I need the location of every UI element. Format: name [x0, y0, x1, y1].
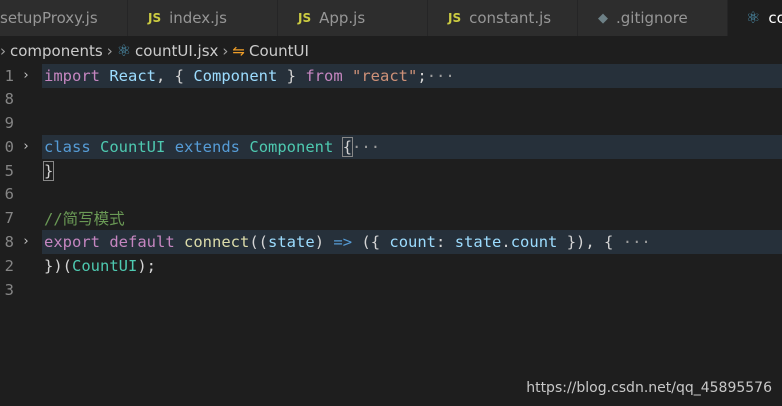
- line-number: 9: [4, 113, 14, 132]
- token: //简写模式: [44, 209, 125, 228]
- code-line: 1 › import React, { Component } from "re…: [0, 64, 782, 88]
- tab-gitignore[interactable]: ◆ .gitignore: [578, 0, 728, 36]
- folded-ellipsis[interactable]: ···: [623, 233, 651, 251]
- chevron-right-icon: ›: [222, 42, 229, 60]
- token: count: [389, 232, 437, 251]
- fold-chevron-icon[interactable]: ›: [22, 68, 30, 83]
- tab-label: index.js: [169, 9, 227, 27]
- token: export: [44, 232, 100, 251]
- tab-label: setupProxy.js: [0, 9, 98, 27]
- tab-countui-active[interactable]: ⚛ co: [728, 0, 782, 36]
- code-line: 9: [0, 111, 782, 135]
- token: , {: [156, 66, 194, 85]
- token: class: [44, 137, 91, 156]
- tab-constant[interactable]: JS constant.js: [428, 0, 578, 36]
- line-number: 7: [4, 208, 14, 227]
- token: Component: [249, 137, 334, 156]
- tab-setupproxy[interactable]: setupProxy.js: [0, 0, 128, 36]
- folded-ellipsis[interactable]: ···: [352, 138, 380, 156]
- line-number: 6: [4, 185, 14, 204]
- token: .: [501, 232, 511, 251]
- line-number: 1: [4, 66, 14, 85]
- code-line: 8: [0, 88, 782, 112]
- code-text: }: [42, 159, 782, 183]
- token: import: [44, 66, 100, 85]
- line-number: 3: [4, 280, 14, 299]
- token: =>: [333, 232, 353, 251]
- js-file-icon: JS: [298, 11, 312, 25]
- token: :: [436, 232, 455, 251]
- breadcrumb-file[interactable]: countUI.jsx: [135, 42, 218, 60]
- token: ((: [249, 232, 269, 251]
- code-text: export default connect((state) => ({ cou…: [44, 230, 782, 254]
- chevron-right-icon: ›: [106, 42, 113, 60]
- code-text: import React, { Component } from "react"…: [44, 64, 782, 88]
- token: ({: [352, 232, 390, 251]
- react-file-icon: ⚛: [746, 8, 761, 27]
- line-number: 2: [4, 256, 14, 275]
- token: React: [109, 66, 157, 85]
- code-line: 8 › export default connect((state) => ({…: [0, 230, 782, 254]
- breadcrumb: › components › ⚛ countUI.jsx › ⇋ CountUI: [0, 36, 782, 66]
- code-line: 2 })(CountUI);: [0, 254, 782, 278]
- token: connect: [184, 232, 250, 251]
- git-file-icon: ◆: [598, 10, 608, 26]
- token: Component: [193, 66, 278, 85]
- code-line: 0 › class CountUI extends Component {···: [0, 135, 782, 159]
- code-line: 3: [0, 278, 782, 302]
- code-editor[interactable]: 1 › import React, { Component } from "re…: [0, 64, 782, 406]
- token: "react": [352, 66, 418, 85]
- js-file-icon: JS: [448, 11, 462, 25]
- line-number: 5: [4, 161, 14, 180]
- fold-chevron-icon[interactable]: ›: [22, 139, 30, 154]
- tab-label: constant.js: [469, 9, 552, 27]
- token: state: [268, 232, 315, 251]
- tab-app[interactable]: JS App.js: [278, 0, 428, 36]
- tab-index[interactable]: JS index.js: [128, 0, 278, 36]
- watermark: https://blog.csdn.net/qq_45895576: [526, 380, 772, 396]
- chevron-right-icon: ›: [0, 42, 6, 60]
- token: ): [314, 232, 334, 251]
- token: extends: [174, 137, 241, 156]
- token: default: [109, 232, 175, 251]
- breadcrumb-symbol[interactable]: CountUI: [249, 42, 309, 60]
- token: from: [305, 66, 343, 85]
- token: }), {: [557, 232, 614, 251]
- line-number: 8: [4, 232, 14, 251]
- token: {: [341, 136, 354, 157]
- token: ;: [417, 66, 427, 85]
- code-text: //简写模式: [44, 206, 782, 230]
- component-symbol-icon: ⇋: [232, 42, 245, 60]
- code-text: })(CountUI);: [44, 254, 782, 278]
- breadcrumb-folder[interactable]: components: [10, 42, 103, 60]
- code-line: 6: [0, 183, 782, 207]
- code-text: class CountUI extends Component {···: [44, 135, 782, 159]
- folded-ellipsis[interactable]: ···: [427, 67, 455, 85]
- token: state: [454, 232, 502, 251]
- token: }: [277, 66, 306, 85]
- line-number: 8: [4, 90, 14, 109]
- js-file-icon: JS: [148, 11, 162, 25]
- tab-label: co: [768, 9, 782, 27]
- token: })(: [44, 256, 72, 275]
- code-line: 5 }: [0, 159, 782, 183]
- fold-chevron-icon[interactable]: ›: [22, 234, 30, 249]
- token: CountUI: [72, 256, 138, 275]
- token: count: [510, 232, 558, 251]
- tab-label: .gitignore: [616, 9, 688, 27]
- react-file-icon: ⚛: [116, 41, 132, 60]
- line-number: 0: [4, 137, 14, 156]
- token: CountUI: [100, 137, 166, 156]
- token: }: [42, 160, 55, 181]
- token: );: [137, 256, 156, 275]
- code-line: 7 //简写模式: [0, 206, 782, 230]
- tab-label: App.js: [319, 9, 366, 27]
- tab-bar: setupProxy.js JS index.js JS App.js JS c…: [0, 0, 782, 36]
